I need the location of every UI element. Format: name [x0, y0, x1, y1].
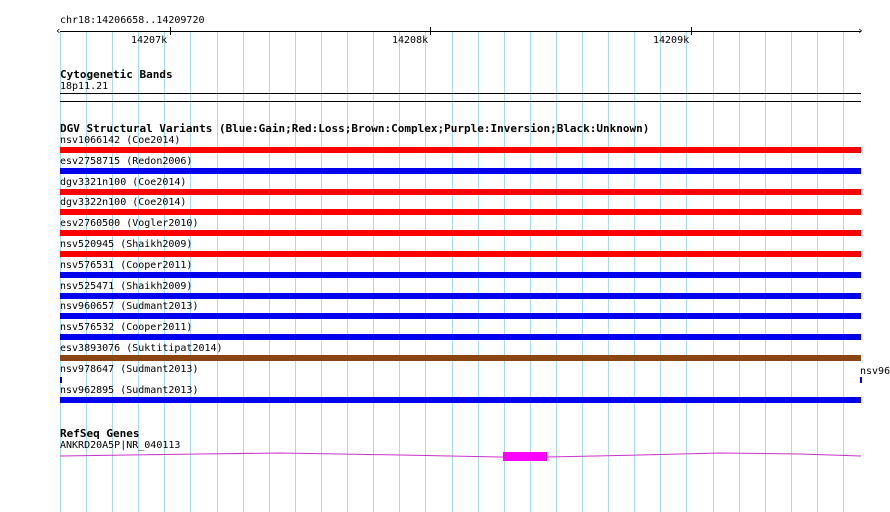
- dgv-feature-bar[interactable]: [60, 334, 861, 341]
- dgv-feature-mark[interactable]: [60, 376, 62, 383]
- dgv-feature-bar[interactable]: [60, 209, 861, 216]
- ruler-line: [60, 31, 861, 32]
- cytoband-track-title[interactable]: Cytogenetic Bands: [60, 68, 173, 81]
- cytoband-bottom-line: [60, 101, 861, 102]
- dgv-feature-bar[interactable]: [60, 230, 861, 237]
- ruler-tick-label: 14209k: [653, 35, 690, 46]
- dgv-feature-bar[interactable]: [60, 396, 861, 403]
- dgv-feature-label: nsv520945 (Shaikh2009): [60, 239, 193, 250]
- dgv-feature-label: nsv576532 (Cooper2011): [60, 322, 193, 334]
- dgv-feature-label: dgv3321n100 (Coe2014): [60, 176, 187, 188]
- dgv-feature-label: nsv576531 (Cooper2011): [60, 259, 193, 271]
- dgv-feature-bar[interactable]: [60, 271, 861, 278]
- ruler-left-arrow: ‹: [55, 24, 62, 37]
- dgv-feature-bar[interactable]: [60, 355, 861, 361]
- refseq-track-title[interactable]: RefSeq Genes: [60, 427, 139, 440]
- dgv-track-title[interactable]: DGV Structural Variants (Blue:Gain;Red:L…: [60, 122, 649, 135]
- ruler-right-arrow: ›: [857, 24, 864, 37]
- gene-exon: [503, 452, 547, 461]
- dgv-edge-label: nsv96: [860, 366, 890, 377]
- refseq-gene-track[interactable]: [0, 448, 890, 468]
- dgv-feature-label: nsv525471 (Shaikh2009): [60, 280, 193, 292]
- dgv-feature-bar[interactable]: [60, 251, 861, 257]
- ruler-tick-label: 14207k: [131, 35, 168, 46]
- region-label: chr18:14206658..14209720: [60, 15, 205, 26]
- dgv-feature-bar[interactable]: [60, 292, 861, 299]
- dgv-feature-label: dgv3322n100 (Coe2014): [60, 197, 187, 209]
- dgv-feature-label: esv2758715 (Redon2006): [60, 155, 193, 167]
- dgv-feature-bar[interactable]: [60, 313, 861, 320]
- dgv-feature-label: esv3893076 (Suktitipat2014): [60, 343, 223, 354]
- dgv-feature-bar[interactable]: [60, 167, 861, 174]
- gene-intron-line: [59, 452, 862, 458]
- dgv-feature-label: esv2760500 (Vogler2010): [60, 218, 199, 230]
- dgv-feature-label: nsv978647 (Sudmant2013): [60, 363, 199, 375]
- dgv-feature-label: nsv1066142 (Coe2014): [60, 135, 181, 146]
- dgv-feature-label: nsv962895 (Sudmant2013): [60, 384, 199, 396]
- dgv-feature-label: nsv960657 (Sudmant2013): [60, 301, 199, 313]
- cytoband-top-line: [60, 93, 861, 94]
- dgv-feature-bar[interactable]: [60, 188, 861, 195]
- dgv-feature-bar[interactable]: [60, 147, 861, 153]
- cytoband-label: 18p11.21: [60, 81, 109, 92]
- ruler-tick-label: 14208k: [392, 35, 429, 46]
